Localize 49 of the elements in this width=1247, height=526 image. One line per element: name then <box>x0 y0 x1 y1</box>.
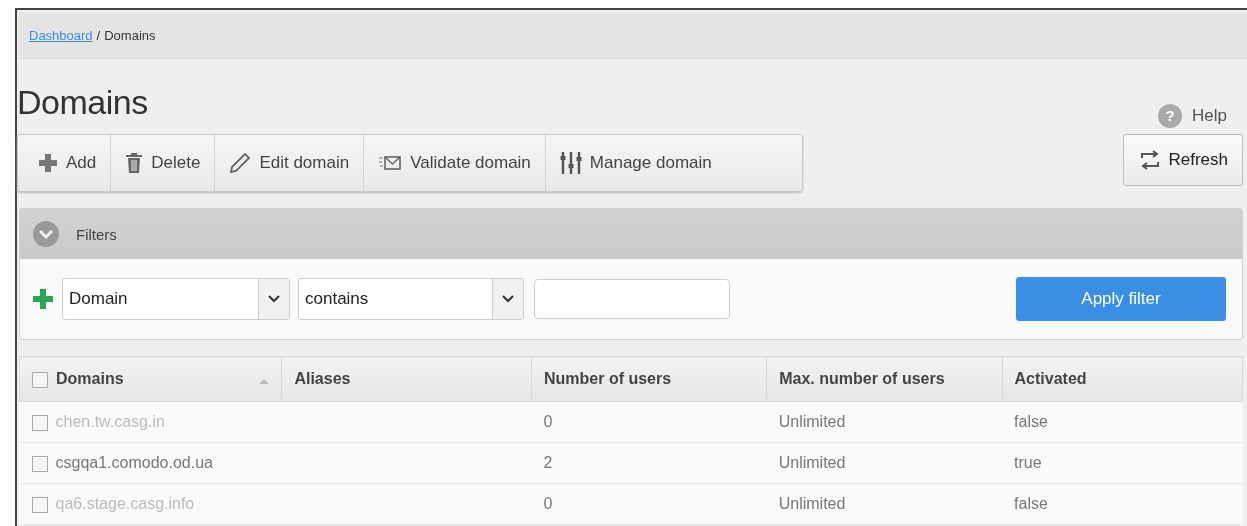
max-users: Unlimited <box>778 454 846 471</box>
activated-value: true <box>1014 454 1042 471</box>
plus-icon <box>38 153 58 173</box>
add-button[interactable]: Add <box>18 135 112 191</box>
select-all-checkbox[interactable] <box>32 371 48 388</box>
manage-button[interactable]: Manage domain <box>545 135 802 191</box>
table-row[interactable]: csgqa1.comodo.od.ua 2 Unlimited true <box>19 442 1243 484</box>
users-count: 0 <box>543 495 553 512</box>
add-filter-icon[interactable] <box>32 288 54 310</box>
trash-icon <box>125 152 144 174</box>
chevron-down-icon <box>268 295 280 303</box>
edit-button[interactable]: Edit domain <box>215 135 365 191</box>
field-dropdown[interactable]: Domain <box>62 278 290 320</box>
column-header[interactable]: Number of users <box>531 356 767 402</box>
row-checkbox[interactable] <box>31 455 48 472</box>
column-label: Activated <box>1014 370 1087 387</box>
breadcrumb-current: Domains <box>104 27 156 43</box>
domain-name: csgqa1.comodo.od.ua <box>55 454 213 471</box>
column-header[interactable]: Activated <box>1002 356 1243 402</box>
column-header[interactable]: Max. number of users <box>766 356 1003 402</box>
activated-value: false <box>1014 495 1048 512</box>
domain-name: chen.tw.casg.in <box>55 413 165 430</box>
delete-button[interactable]: Delete <box>111 135 216 191</box>
refresh-button[interactable]: Refresh <box>1123 134 1243 186</box>
users-count: 0 <box>543 413 553 430</box>
chevron-down-icon <box>502 295 514 303</box>
column-label: Number of users <box>544 370 672 387</box>
page-title: Domains <box>17 83 148 122</box>
activated-value: false <box>1014 413 1048 430</box>
chevron-circle-icon[interactable] <box>32 220 60 248</box>
filters-title: Filters <box>76 225 117 243</box>
operator-dropdown[interactable]: contains <box>298 278 524 320</box>
max-users: Unlimited <box>778 413 846 430</box>
breadcrumb-separator: / <box>96 27 101 43</box>
filter-value-field[interactable] <box>534 279 730 319</box>
column-label: Max. number of users <box>779 370 945 387</box>
help-link[interactable]: Help <box>1192 106 1227 126</box>
domain-name: qa6.stage.casg.info <box>55 495 195 512</box>
column-header[interactable]: Aliases <box>281 356 532 402</box>
sliders-icon <box>559 151 582 175</box>
column-header[interactable]: Domains <box>19 356 282 402</box>
users-count: 2 <box>543 454 553 471</box>
filters-header[interactable]: Filters <box>20 209 1242 259</box>
column-label: Aliases <box>294 370 351 387</box>
max-users: Unlimited <box>778 495 846 512</box>
pencil-icon <box>229 152 252 174</box>
column-label: Domains <box>56 370 124 387</box>
validate-button[interactable]: Validate domain <box>364 135 546 191</box>
envelope-icon <box>378 154 403 172</box>
